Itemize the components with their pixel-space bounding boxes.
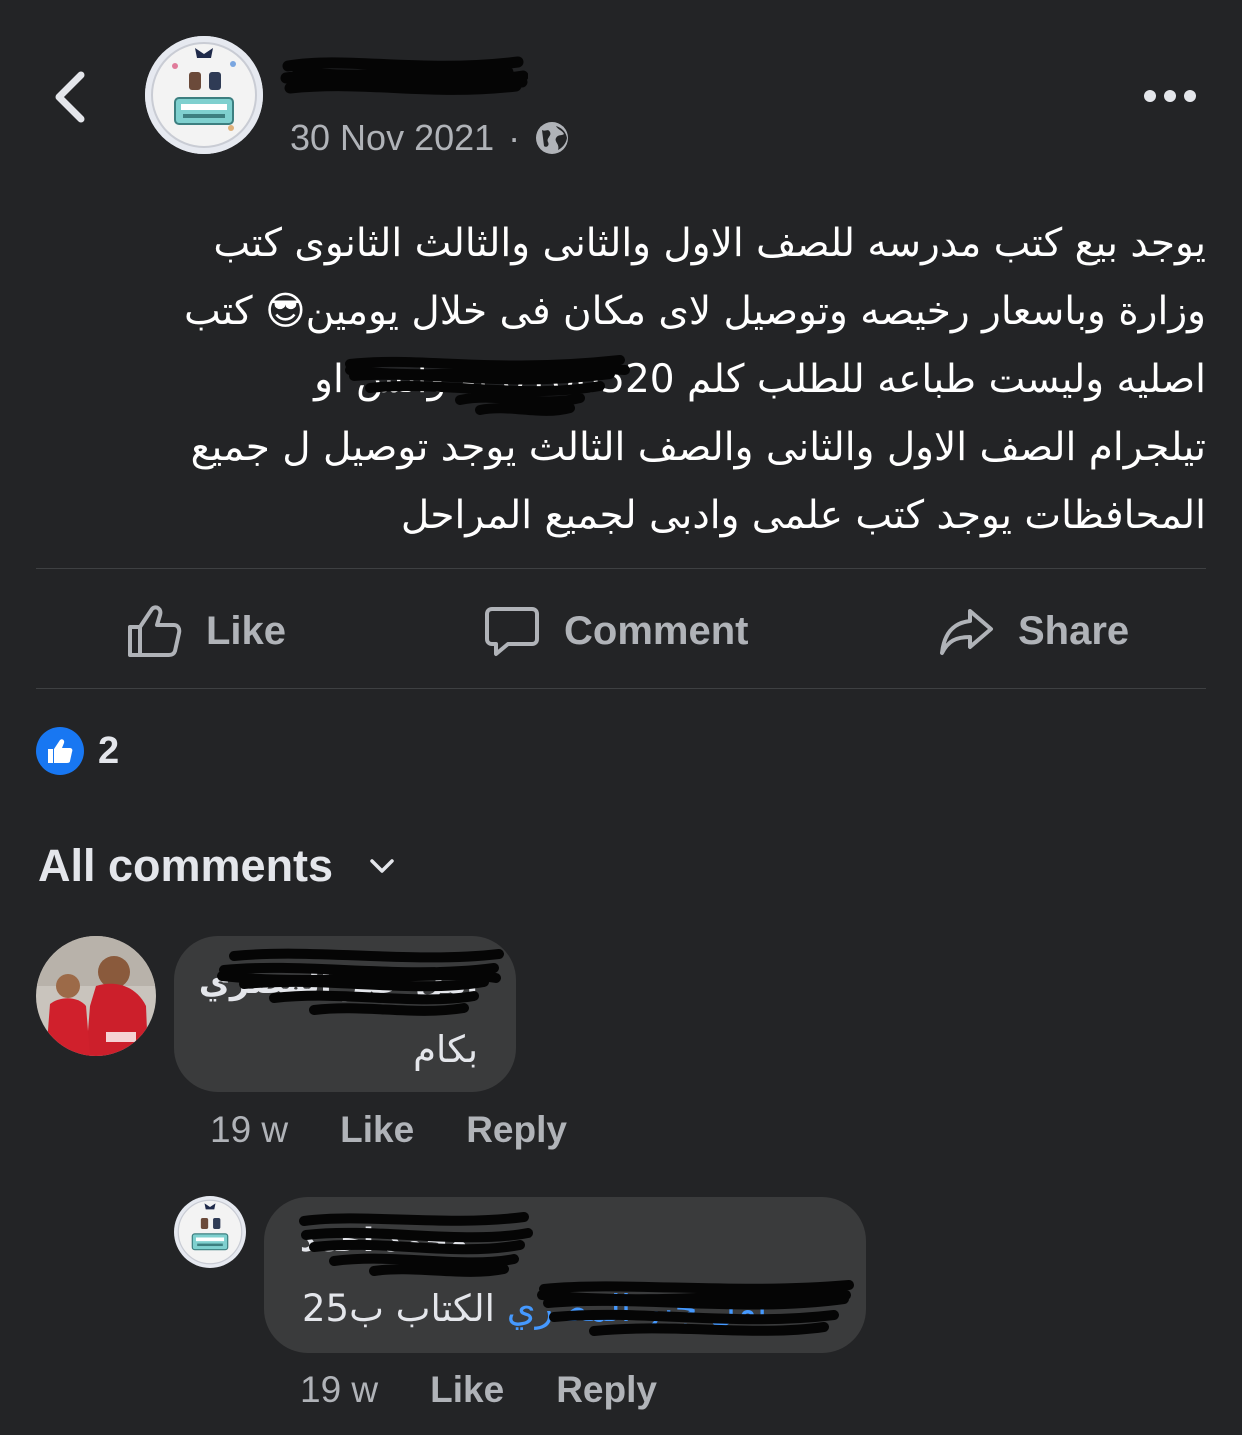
divider-bottom bbox=[36, 688, 1206, 689]
meta-separator: · bbox=[508, 117, 521, 158]
poster-avatar[interactable] bbox=[145, 36, 263, 154]
poster-name[interactable]: محمد احمد bbox=[278, 52, 528, 100]
post-date[interactable]: 30 Nov 2021 bbox=[290, 117, 494, 159]
comments-filter-dropdown[interactable]: All comments bbox=[38, 836, 395, 896]
comment-icon bbox=[485, 607, 539, 656]
chevron-down-icon bbox=[370, 859, 394, 873]
reaction-summary[interactable]: 2 bbox=[36, 726, 119, 776]
globe-icon[interactable] bbox=[534, 120, 570, 156]
comment-bubble[interactable]: امل جبر المصري بكام bbox=[174, 936, 516, 1092]
commenter-avatar[interactable] bbox=[36, 936, 156, 1056]
post-meta: 30 Nov 2021 · bbox=[290, 116, 570, 160]
comment-author[interactable]: امل جبر المصري bbox=[199, 962, 478, 1002]
reply-author-avatar[interactable] bbox=[174, 1196, 246, 1268]
reply-like-button[interactable]: Like bbox=[430, 1369, 504, 1411]
back-button[interactable] bbox=[40, 62, 100, 132]
chevron-left-icon bbox=[55, 71, 85, 123]
reply-body: الكتاب ب25 bbox=[302, 1287, 507, 1330]
reply-text: امل جبر المصري الكتاب ب25 bbox=[302, 1287, 767, 1330]
comment-time[interactable]: 19 w bbox=[210, 1109, 288, 1151]
comment-text: بكام bbox=[413, 1028, 478, 1071]
comment-label: Comment bbox=[564, 608, 749, 653]
avatar-illustration bbox=[174, 1196, 246, 1268]
reply-reply-button[interactable]: Reply bbox=[556, 1369, 657, 1411]
post-text: يوجد بيع كتب مدرسه للصف الاول والثانى وا… bbox=[183, 221, 1206, 538]
reply-time[interactable]: 19 w bbox=[300, 1369, 378, 1411]
comments-filter-label: All comments bbox=[38, 840, 334, 891]
share-icon bbox=[940, 609, 993, 655]
comment-like-button[interactable]: Like bbox=[340, 1109, 414, 1151]
avatar-illustration bbox=[145, 36, 263, 154]
like-icon bbox=[128, 605, 182, 657]
divider-top bbox=[36, 568, 1206, 569]
share-label: Share bbox=[1018, 608, 1130, 653]
comment-actions: 19 w Like Reply bbox=[210, 1106, 567, 1154]
poster-name-text: محمد احمد bbox=[329, 56, 518, 97]
like-badge-icon bbox=[36, 727, 84, 775]
more-options-button[interactable] bbox=[1130, 76, 1210, 116]
reply-bubble[interactable]: محمد احمد امل جبر المصري الكتاب ب25 bbox=[264, 1197, 866, 1353]
comment-reply-button[interactable]: Reply bbox=[466, 1109, 567, 1151]
reply-mention[interactable]: امل جبر المصري bbox=[507, 1287, 768, 1330]
share-button[interactable]: Share bbox=[938, 596, 1129, 666]
more-horizontal-icon bbox=[1144, 90, 1196, 102]
avatar-photo bbox=[36, 936, 156, 1056]
reaction-count: 2 bbox=[98, 729, 120, 772]
like-button[interactable]: Like bbox=[126, 596, 286, 666]
comment-button[interactable]: Comment bbox=[484, 596, 748, 666]
reply-actions: 19 w Like Reply bbox=[300, 1366, 657, 1414]
reply-author[interactable]: محمد احمد bbox=[300, 1221, 468, 1259]
like-label: Like bbox=[206, 608, 287, 653]
